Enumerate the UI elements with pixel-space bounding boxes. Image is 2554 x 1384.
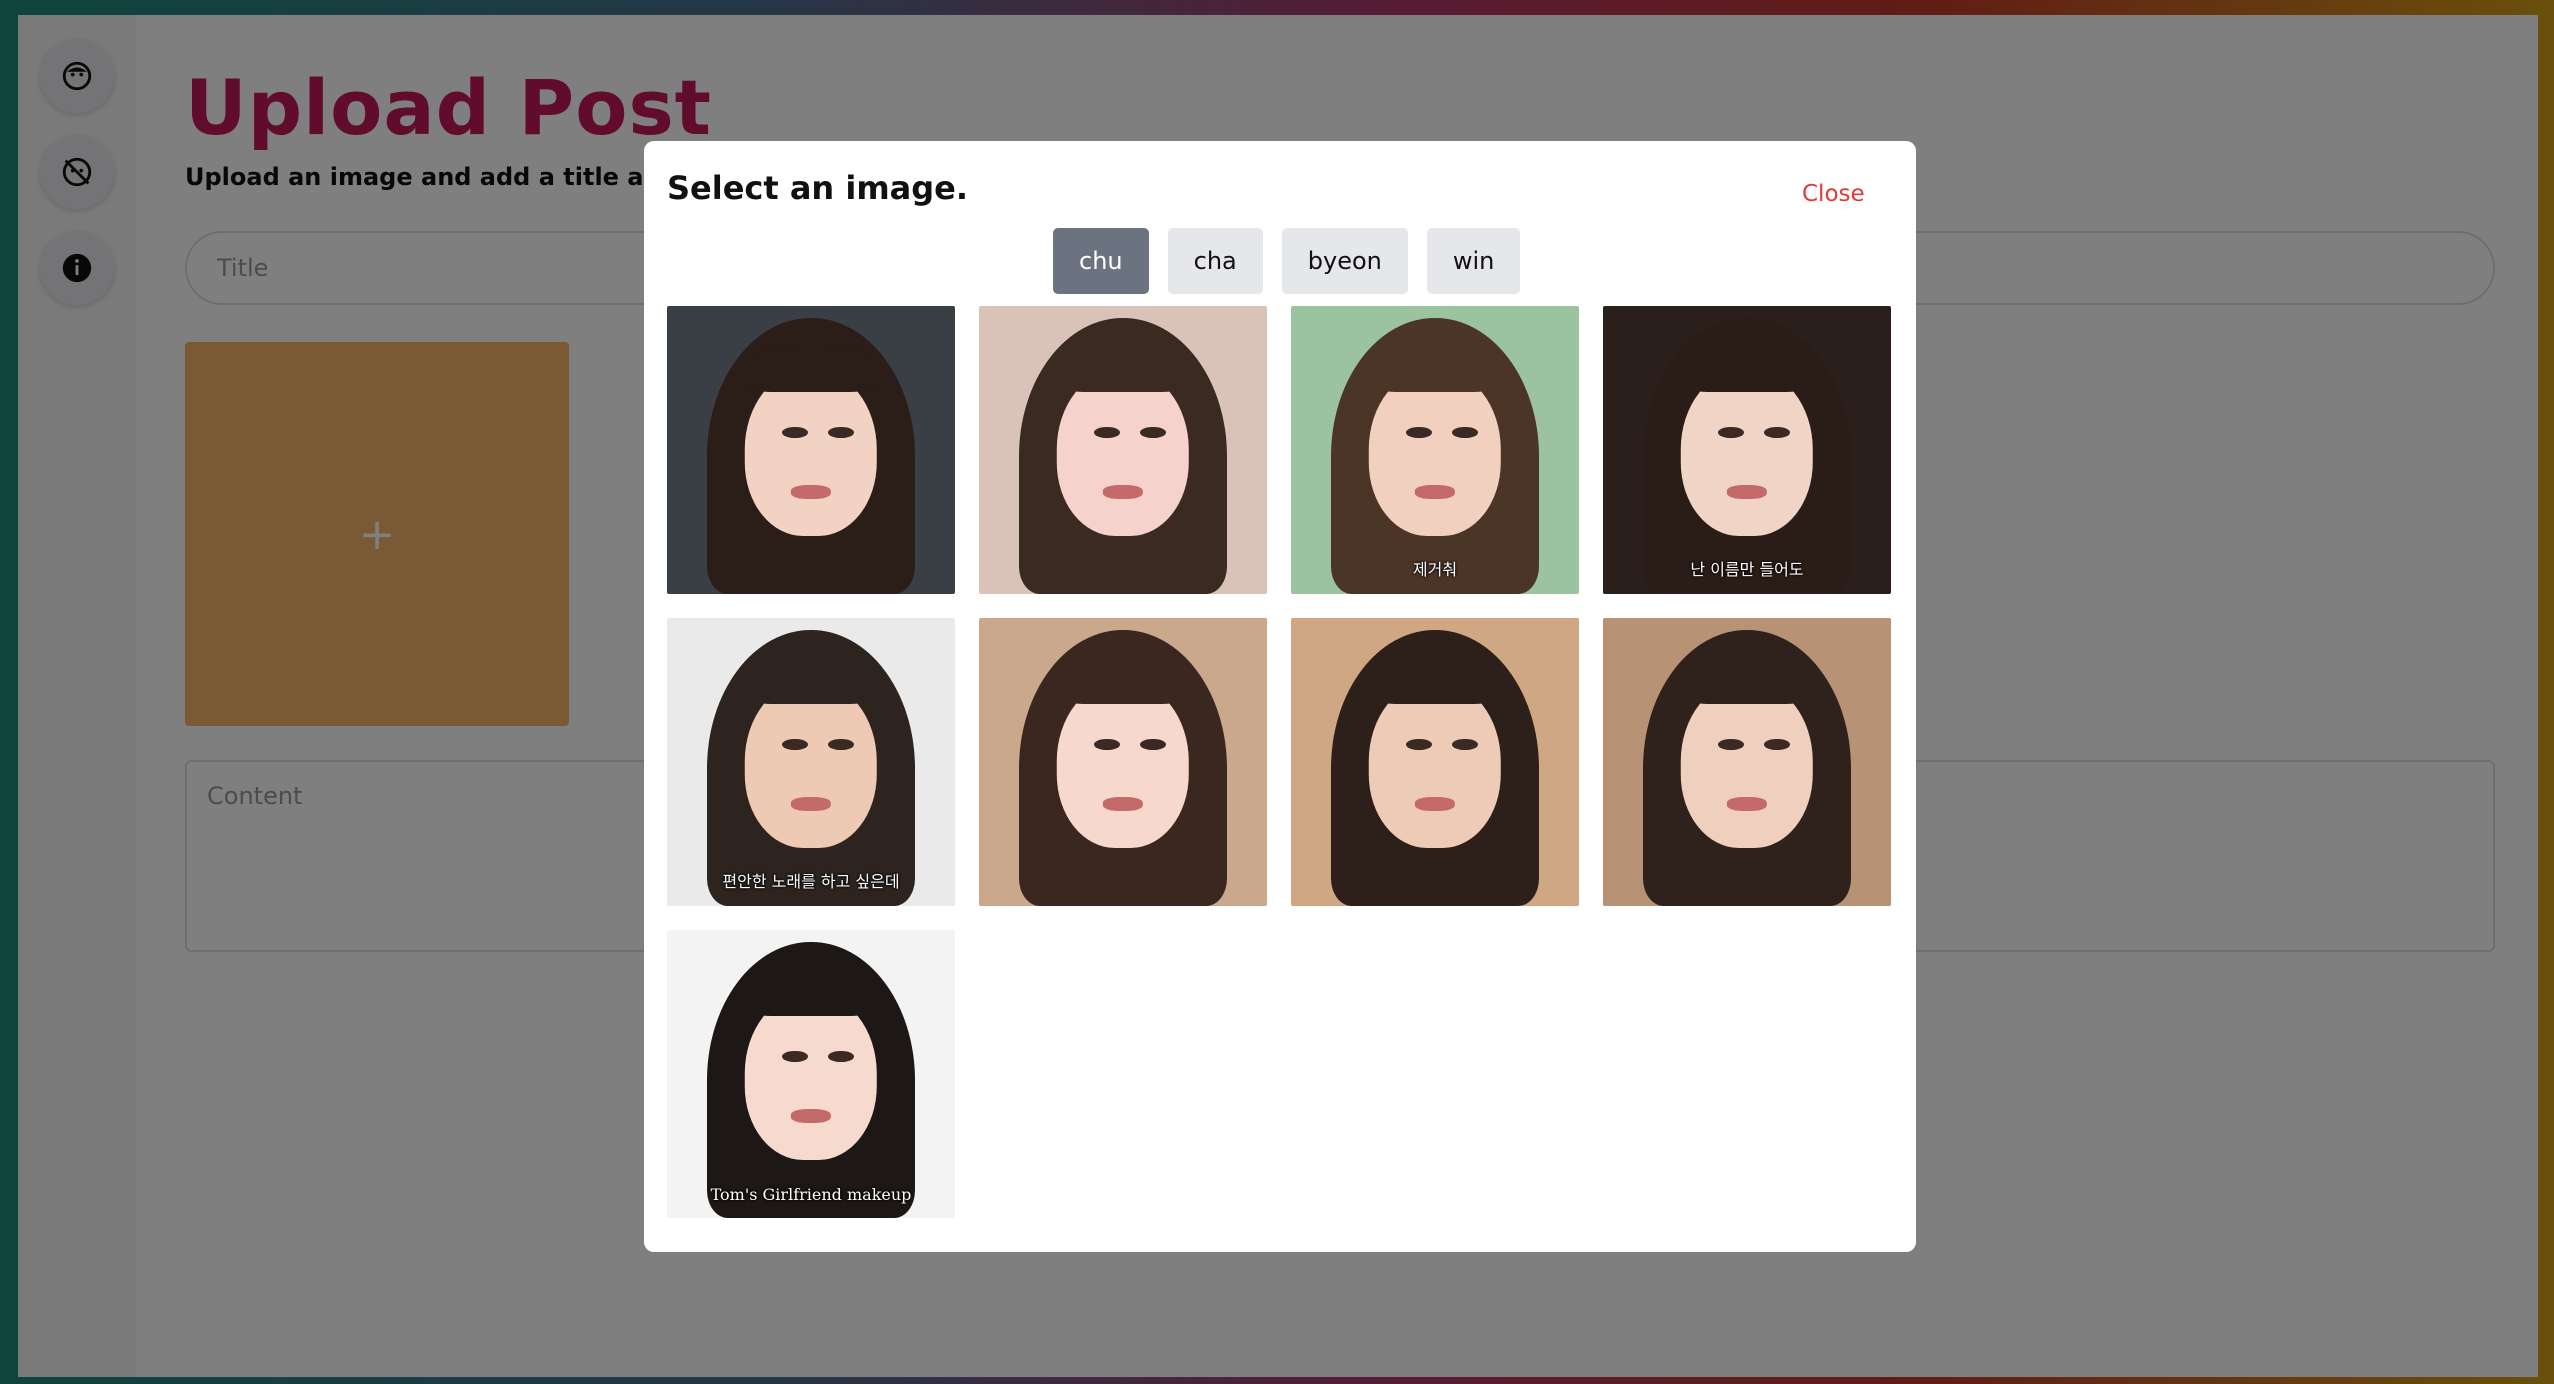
thumbnail-bangs xyxy=(744,658,878,705)
tab-cha[interactable]: cha xyxy=(1167,228,1263,294)
thumbnail-caption: 편안한 노래를 하고 싶은데 xyxy=(722,872,900,891)
image-thumbnail[interactable] xyxy=(979,306,1267,594)
thumbnail-mouth xyxy=(1102,796,1144,811)
thumbnail-bangs xyxy=(1368,346,1502,393)
tab-win[interactable]: win xyxy=(1426,228,1521,294)
image-thumbnail[interactable]: 편안한 노래를 하고 싶은데 xyxy=(667,618,955,906)
thumbnail-mouth xyxy=(1102,484,1144,499)
tab-chu[interactable]: chu xyxy=(1053,228,1149,294)
tab-byeon[interactable]: byeon xyxy=(1281,228,1408,294)
close-button[interactable]: Close xyxy=(1802,181,1865,207)
thumbnail-bangs xyxy=(1368,658,1502,705)
thumbnail-face xyxy=(744,993,878,1161)
image-thumbnail[interactable]: 제거춰 xyxy=(1291,306,1579,594)
thumbnail-face xyxy=(1056,369,1190,537)
thumbnail-face xyxy=(1368,681,1502,849)
thumbnail-bangs xyxy=(744,346,878,393)
image-thumbnail[interactable]: 난 이름만 들어도 xyxy=(1603,306,1891,594)
thumbnail-caption: 제거춰 xyxy=(1412,560,1458,579)
image-thumbnail[interactable] xyxy=(667,306,955,594)
image-thumbnail[interactable] xyxy=(1603,618,1891,906)
thumbnail-bangs xyxy=(1056,658,1190,705)
thumbnail-face xyxy=(1056,681,1190,849)
thumbnail-mouth xyxy=(1726,484,1768,499)
image-grid: 제거춰 난 이름만 들어도편안한 노래를 하고 싶은데 Tom's Girlfrie… xyxy=(667,306,1891,1218)
thumbnail-bangs xyxy=(1680,658,1814,705)
thumbnail-mouth xyxy=(790,484,832,499)
thumbnail-face xyxy=(1368,369,1502,537)
thumbnail-mouth xyxy=(790,1108,832,1123)
modal-title: Select an image. xyxy=(667,169,969,207)
thumbnail-face xyxy=(744,369,878,537)
image-thumbnail[interactable]: Tom's Girlfriend makeup xyxy=(667,930,955,1218)
thumbnail-mouth xyxy=(1414,484,1456,499)
thumbnail-caption: Tom's Girlfriend makeup xyxy=(710,1185,912,1204)
image-select-modal: Select an image. Close chu cha byeon win… xyxy=(644,141,1916,1252)
member-tabs: chu cha byeon win xyxy=(1053,228,1521,294)
thumbnail-caption: 난 이름만 들어도 xyxy=(1690,560,1804,579)
thumbnail-mouth xyxy=(790,796,832,811)
image-thumbnail[interactable] xyxy=(1291,618,1579,906)
thumbnail-bangs xyxy=(744,970,878,1017)
thumbnail-mouth xyxy=(1726,796,1768,811)
image-thumbnail[interactable] xyxy=(979,618,1267,906)
thumbnail-face xyxy=(744,681,878,849)
thumbnail-bangs xyxy=(1056,346,1190,393)
thumbnail-mouth xyxy=(1414,796,1456,811)
thumbnail-bangs xyxy=(1680,346,1814,393)
thumbnail-face xyxy=(1680,369,1814,537)
thumbnail-face xyxy=(1680,681,1814,849)
